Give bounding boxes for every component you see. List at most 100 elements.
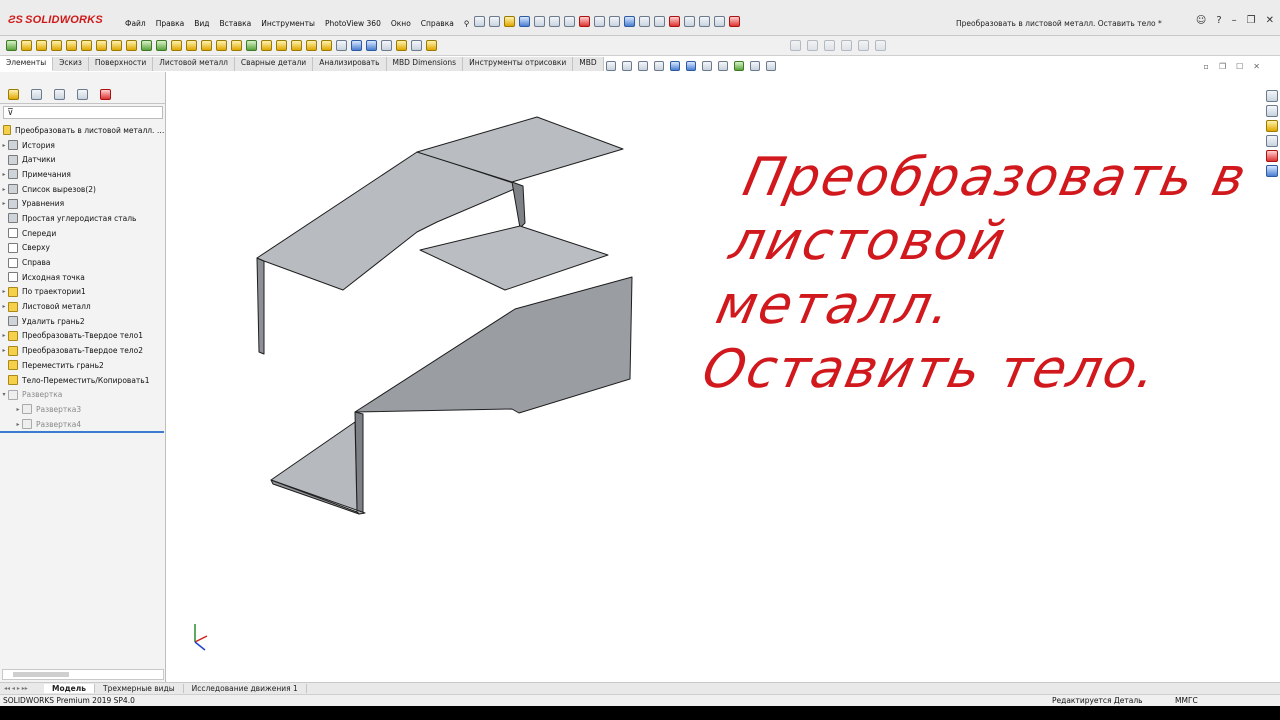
expand-arrow-icon[interactable]: ▸ <box>14 406 22 413</box>
pdf-icon[interactable] <box>729 16 740 27</box>
dynamic-annotation-icon[interactable] <box>670 61 680 71</box>
expand-arrow-icon[interactable]: ▸ <box>0 303 8 310</box>
rollback-bar[interactable] <box>0 431 164 433</box>
property-manager-tab-icon[interactable] <box>31 89 42 100</box>
section-view-icon[interactable] <box>336 40 347 51</box>
tree-item[interactable]: ▸ По траектории1 <box>0 285 166 300</box>
curve-through-points-icon[interactable] <box>351 40 362 51</box>
split-line-icon[interactable] <box>381 40 392 51</box>
tree-item[interactable]: Исходная точка <box>0 270 166 285</box>
extruded-boss-icon[interactable] <box>6 40 17 51</box>
wrap-icon[interactable] <box>216 40 227 51</box>
appearances-icon[interactable] <box>1266 150 1278 162</box>
print-icon[interactable] <box>534 16 545 27</box>
tree-item[interactable]: ▸ Примечания <box>0 167 166 182</box>
hide-show-items-icon[interactable] <box>718 61 728 71</box>
insert-part-icon[interactable] <box>396 40 407 51</box>
expand-arrow-icon[interactable]: ▸ <box>0 332 8 339</box>
configuration-manager-tab-icon[interactable] <box>54 89 65 100</box>
revolved-cut-icon[interactable] <box>111 40 122 51</box>
expand-arrow-icon[interactable]: ▸ <box>0 288 8 295</box>
tree-item[interactable]: Справа <box>0 255 166 270</box>
section-view-icon[interactable] <box>654 61 664 71</box>
file-explorer-icon[interactable] <box>1266 120 1278 132</box>
tree-root[interactable]: Преобразовать в листовой металл. Оставит… <box>0 123 166 138</box>
tree-item[interactable]: Тело-Переместить/Копировать1 <box>0 373 166 388</box>
save-icon[interactable] <box>519 16 530 27</box>
mass-properties-icon[interactable] <box>654 16 665 27</box>
select-icon[interactable] <box>564 16 575 27</box>
menu-photoview[interactable]: PhotoView 360 <box>320 19 386 28</box>
menu-insert[interactable]: Вставка <box>215 19 257 28</box>
edit-appearance-icon[interactable] <box>734 61 744 71</box>
expand-arrow-icon[interactable]: ▸ <box>14 421 22 428</box>
help-icon[interactable]: ? <box>1216 15 1221 26</box>
flex-icon[interactable] <box>321 40 332 51</box>
viewport-tile-icon[interactable]: ▫ <box>1204 62 1209 71</box>
tab-motion-study[interactable]: Исследование движения 1 <box>184 684 307 693</box>
previous-view-icon[interactable] <box>638 61 648 71</box>
intersect-icon[interactable] <box>231 40 242 51</box>
display-style-icon[interactable] <box>702 61 712 71</box>
move-copy-icon[interactable] <box>411 40 422 51</box>
menu-view[interactable]: Вид <box>189 19 214 28</box>
expand-arrow-icon[interactable]: ▸ <box>0 200 8 207</box>
reference-geometry-icon[interactable] <box>261 40 272 51</box>
tab-scroll-arrows[interactable]: ◂◂ ◂ ▸ ▸▸ <box>0 685 44 692</box>
measure-icon[interactable] <box>639 16 650 27</box>
undo-icon[interactable] <box>549 16 560 27</box>
solidworks-resources-icon[interactable] <box>1266 90 1278 102</box>
close-icon[interactable]: ✕ <box>1266 15 1274 26</box>
minimize-icon[interactable]: – <box>1232 15 1237 26</box>
design-library-icon[interactable] <box>1266 105 1278 117</box>
collapse-arrow-icon[interactable]: ▾ <box>0 391 8 398</box>
menu-tools[interactable]: Инструменты <box>256 19 320 28</box>
tab-sketch[interactable]: Эскиз <box>53 57 89 71</box>
tree-item[interactable]: ▸ История <box>0 138 166 153</box>
new-document-icon[interactable] <box>489 16 500 27</box>
tree-item[interactable]: Простая углеродистая сталь <box>0 211 166 226</box>
tab-model[interactable]: Модель <box>44 684 95 693</box>
expand-arrow-icon[interactable]: ▸ <box>0 171 8 178</box>
tree-item[interactable]: ▸ Преобразовать-Твердое тело2 <box>0 343 166 358</box>
swept-boss-icon[interactable] <box>36 40 47 51</box>
extruded-cut-icon[interactable] <box>81 40 92 51</box>
expand-arrow-icon[interactable]: ▸ <box>0 142 8 149</box>
restore-icon[interactable]: ❐ <box>1247 15 1256 26</box>
ro-icon[interactable] <box>669 16 680 27</box>
mirror-icon[interactable] <box>246 40 257 51</box>
solidworks-logo[interactable]: ƧS SOLIDWORKS <box>8 14 103 26</box>
home-icon[interactable] <box>474 16 485 27</box>
tree-item[interactable]: ▸ Развертка3 <box>0 402 166 417</box>
sheet-format-icon[interactable] <box>699 16 710 27</box>
tab-mbd-dimensions[interactable]: MBD Dimensions <box>386 57 464 71</box>
linear-pattern-icon[interactable] <box>156 40 167 51</box>
tree-item[interactable]: Удалить грань2 <box>0 314 166 329</box>
user-icon[interactable]: ☺ <box>1196 15 1206 26</box>
tree-item[interactable]: ▾ Развертка <box>0 387 166 402</box>
disabled-tool-4-icon[interactable] <box>841 40 852 51</box>
menu-window[interactable]: Окно <box>386 19 416 28</box>
tab-evaluate[interactable]: Анализировать <box>313 57 387 71</box>
dome-icon[interactable] <box>306 40 317 51</box>
tree-item[interactable]: Сверху <box>0 241 166 256</box>
tree-item[interactable]: Спереди <box>0 226 166 241</box>
menu-edit[interactable]: Правка <box>151 19 190 28</box>
options-icon[interactable] <box>609 16 620 27</box>
zoom-area-icon[interactable] <box>622 61 632 71</box>
zoom-to-fit-icon[interactable] <box>606 61 616 71</box>
rebuild-icon[interactable] <box>579 16 590 27</box>
disabled-tool-3-icon[interactable] <box>824 40 835 51</box>
tree-filter-input[interactable]: ⊽ <box>3 106 163 119</box>
sweep-cutlist-icon[interactable] <box>426 40 437 51</box>
fillet-icon[interactable] <box>141 40 152 51</box>
instant3d-icon[interactable] <box>291 40 302 51</box>
unit-system[interactable]: ММГС <box>1175 696 1198 705</box>
curves-icon[interactable] <box>276 40 287 51</box>
tree-item[interactable]: ▸ Уравнения <box>0 196 166 211</box>
boundary-boss-icon[interactable] <box>66 40 77 51</box>
pin-icon[interactable]: ⚲ <box>459 19 475 28</box>
helix-icon[interactable] <box>366 40 377 51</box>
tree-horizontal-scrollbar[interactable] <box>2 669 164 680</box>
view-settings-icon[interactable] <box>766 61 776 71</box>
